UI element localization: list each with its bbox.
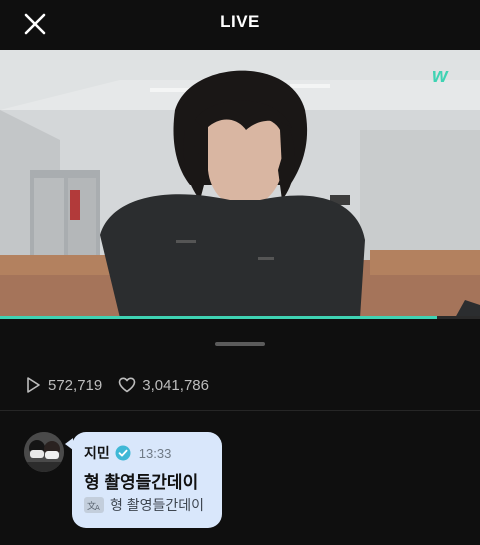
- top-bar: LIVE: [0, 0, 480, 46]
- play-icon: [27, 377, 40, 393]
- chat-message-bubble[interactable]: 지민 13:33 형 촬영들간데이 文 A 형 촬영들간데이: [65, 432, 222, 528]
- heart-icon[interactable]: [118, 376, 136, 394]
- sheet-drag-handle[interactable]: [215, 342, 265, 346]
- translation-row[interactable]: 文 A 형 촬영들간데이: [84, 496, 204, 514]
- svg-text:A: A: [95, 504, 100, 511]
- svg-text:w: w: [432, 65, 449, 87]
- avatar[interactable]: [24, 432, 64, 472]
- message-header: 지민 13:33: [84, 444, 171, 462]
- message-text: 형 촬영들간데이: [84, 473, 199, 492]
- verified-badge-icon: [115, 445, 131, 461]
- avatar-image: [24, 432, 64, 472]
- translate-icon: 文 A: [84, 497, 104, 513]
- sender-name: 지민: [84, 445, 110, 461]
- video-progress-fill: [0, 316, 437, 319]
- video-progress-bar[interactable]: [0, 316, 480, 319]
- page-title: LIVE: [220, 12, 260, 31]
- like-count: 3,041,786: [142, 376, 209, 394]
- bubble-tail: [65, 438, 73, 450]
- message-time: 13:33: [138, 445, 172, 461]
- video-frame: w: [0, 50, 480, 318]
- divider: [0, 410, 480, 411]
- translation-text: 형 촬영들간데이: [110, 497, 205, 513]
- live-stats: 572,719 3,041,786: [24, 372, 209, 398]
- play-count: 572,719: [48, 376, 103, 394]
- live-video-player[interactable]: w: [0, 50, 480, 318]
